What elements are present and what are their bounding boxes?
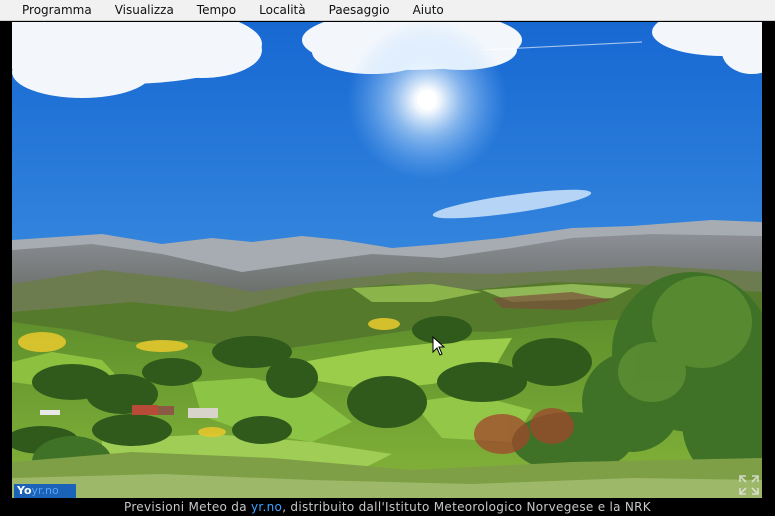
expand-icon[interactable] xyxy=(737,473,761,497)
menu-tempo[interactable]: Tempo xyxy=(186,0,248,21)
menu-visualizza[interactable]: Visualizza xyxy=(104,0,186,21)
landscape-scene xyxy=(12,22,762,498)
menu-localita[interactable]: Località xyxy=(248,0,318,21)
menu-programma[interactable]: Programma xyxy=(0,0,104,21)
menu-bar: Programma Visualizza Tempo Località Paes… xyxy=(0,0,775,21)
footer-credits: Previsioni Meteo da yr.no, distribuito d… xyxy=(0,498,775,516)
yr-logo[interactable]: Yoyr.no xyxy=(14,484,76,498)
landscape-illustration xyxy=(12,22,762,498)
yr-link[interactable]: yr.no xyxy=(251,500,282,514)
menu-paesaggio[interactable]: Paesaggio xyxy=(318,0,402,21)
sun-icon xyxy=(417,90,437,110)
menu-aiuto[interactable]: Aiuto xyxy=(402,0,456,21)
mouse-cursor-icon xyxy=(432,336,446,356)
